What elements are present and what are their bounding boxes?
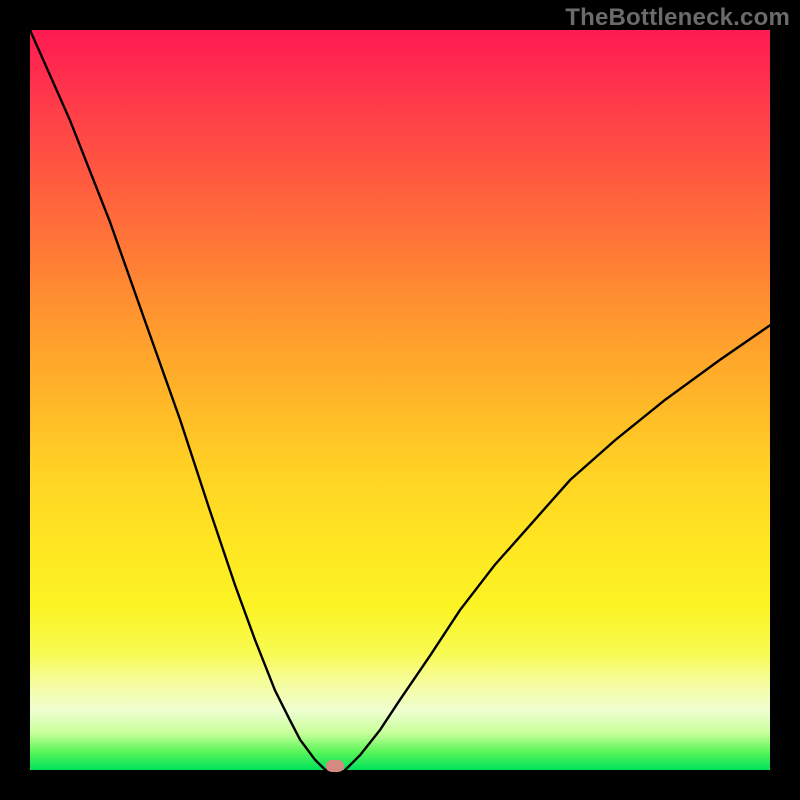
curve-right-branch [345,325,770,770]
curve-left-branch [30,30,330,770]
bottleneck-curve [30,30,770,770]
chart-frame: TheBottleneck.com [0,0,800,800]
plot-area [30,30,770,770]
optimum-marker [326,760,344,772]
watermark-text: TheBottleneck.com [565,4,790,32]
